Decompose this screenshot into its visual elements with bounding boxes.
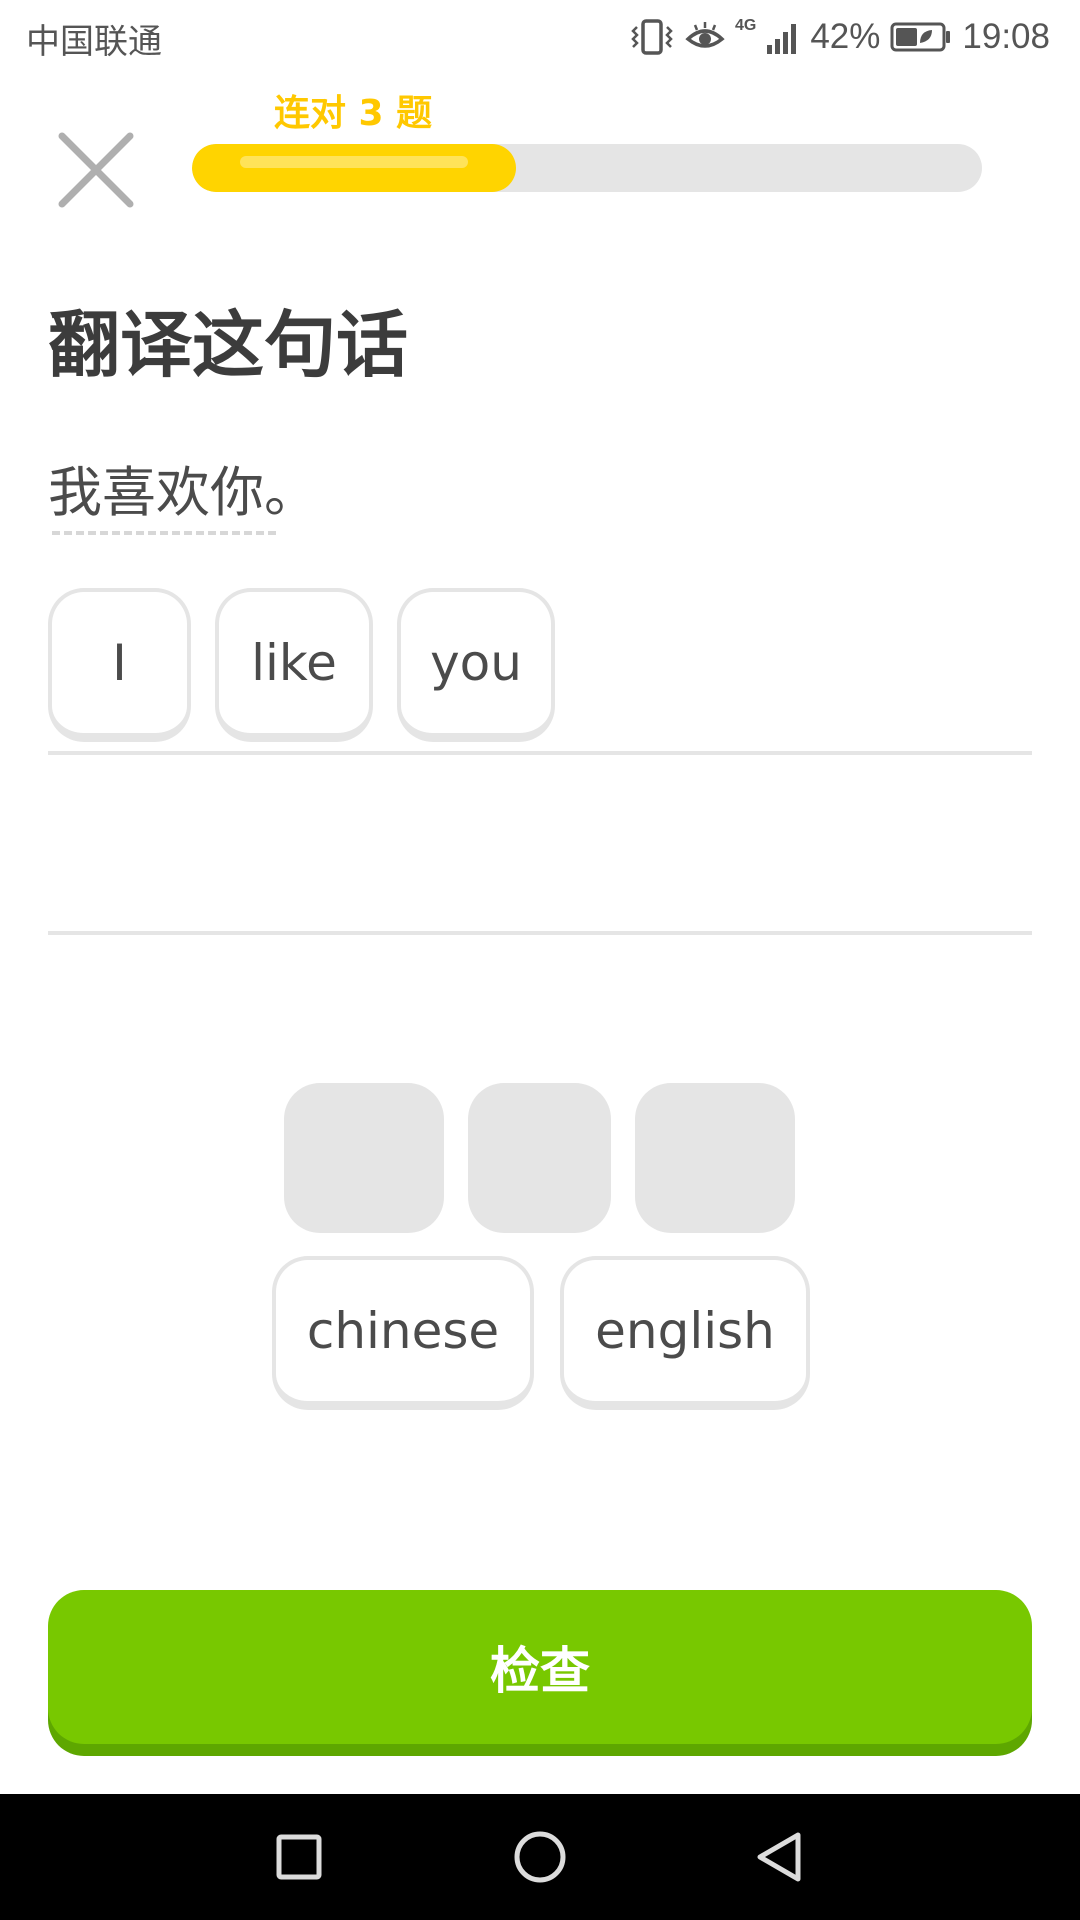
signal-icon [767, 24, 797, 54]
recent-apps-button[interactable] [266, 1824, 332, 1890]
word-bank-tile[interactable]: chinese [272, 1256, 534, 1410]
eye-comfort-icon [685, 22, 725, 48]
back-icon [757, 1832, 801, 1882]
word-bank-used-row [284, 1083, 795, 1233]
answer-line [48, 931, 1032, 935]
recent-apps-icon [276, 1834, 322, 1880]
answer-area: I like you [48, 588, 555, 742]
vibrate-icon [631, 19, 673, 55]
progress-shine [240, 156, 468, 168]
word-bank: chinese english [272, 1256, 810, 1410]
system-nav-bar [0, 1794, 1080, 1920]
battery-icon [890, 22, 951, 52]
answer-line [48, 751, 1032, 755]
home-button[interactable] [507, 1824, 573, 1890]
carrier-name: 中国联通 [26, 22, 162, 62]
progress-fill [192, 144, 516, 192]
check-button[interactable]: 检查 [48, 1590, 1032, 1744]
close-button[interactable] [56, 130, 136, 210]
status-bar: 中国联通 4G 42% 19:08 [0, 0, 1080, 76]
progress-bar [192, 144, 982, 192]
page-title: 翻译这句话 [48, 303, 409, 387]
streak-label: 连对 3 题 [274, 93, 433, 134]
sentence-hint-underline [52, 531, 276, 535]
answer-tile[interactable]: like [215, 588, 373, 742]
used-word-placeholder [635, 1083, 795, 1233]
answer-tile[interactable]: I [48, 588, 191, 742]
used-word-placeholder [284, 1083, 444, 1233]
close-icon [58, 132, 134, 208]
status-icons: 4G 42% 19:08 [629, 12, 1050, 62]
source-sentence[interactable]: 我喜欢你。 [48, 448, 318, 527]
used-word-placeholder [468, 1083, 611, 1233]
answer-tile[interactable]: you [397, 588, 555, 742]
network-type: 4G [735, 17, 757, 34]
battery-percent: 42% [810, 17, 881, 56]
back-button[interactable] [746, 1824, 812, 1890]
clock: 19:08 [962, 17, 1050, 56]
word-bank-tile[interactable]: english [560, 1256, 810, 1410]
home-icon [514, 1831, 566, 1883]
